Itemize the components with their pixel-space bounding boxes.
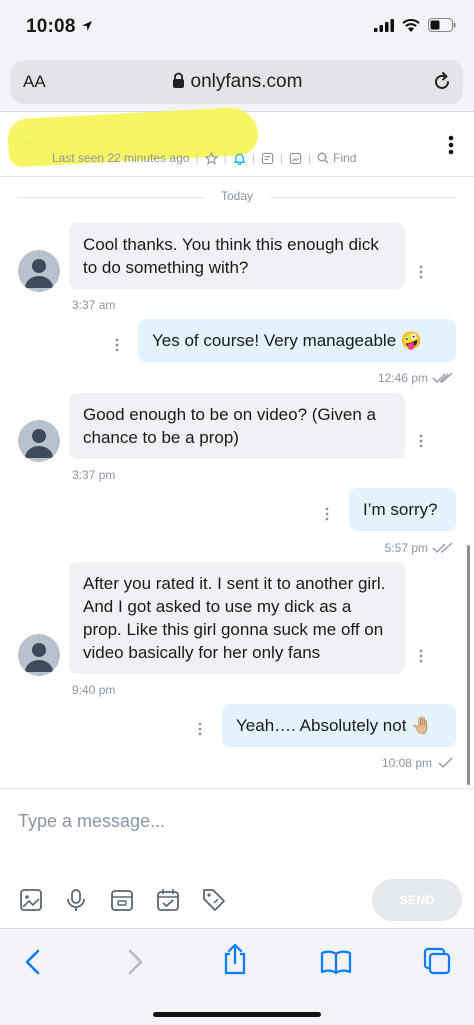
share-icon[interactable] [222, 943, 248, 975]
cellular-signal-icon [374, 18, 394, 32]
chat-subtitle: Last seen 22 minutes ago | | | | | Find [52, 151, 356, 165]
more-options-icon[interactable] [448, 135, 454, 155]
double-check-icon [432, 372, 453, 383]
divider-line [270, 197, 456, 198]
message-options-icon[interactable] [195, 721, 205, 737]
message-options-icon[interactable] [112, 337, 122, 353]
message-options-icon[interactable] [322, 506, 332, 522]
user-silhouette-icon [25, 643, 53, 672]
url-display[interactable]: onlyfans.com [11, 71, 463, 93]
divider: | [223, 151, 227, 165]
microphone-icon[interactable] [63, 887, 89, 913]
message-options-icon[interactable] [416, 648, 426, 664]
battery-icon [428, 18, 456, 32]
message-bubble-outgoing: Yes of course! Very manageable 🤪 [138, 319, 456, 362]
message-time: 12:46 pm [377, 371, 428, 385]
user-silhouette-icon [25, 259, 53, 288]
single-check-icon [438, 757, 453, 768]
message-time: 10:08 pm [381, 756, 432, 770]
message-bubble-incoming: Cool thanks. You think this enough dick … [69, 223, 405, 289]
date-label: Today [220, 189, 254, 203]
note-icon[interactable] [261, 152, 274, 165]
chat-header: Last seen 22 minutes ago | | | | | Find [0, 106, 474, 177]
vault-icon[interactable] [109, 887, 135, 913]
avatar[interactable] [18, 634, 60, 676]
browser-address-area: AA onlyfans.com [0, 56, 474, 112]
price-tag-icon[interactable] [201, 887, 227, 913]
message-composer: Type a message... SEND [0, 788, 474, 928]
search-icon [317, 152, 329, 164]
message-meta: 5:57 pm [385, 541, 454, 555]
message-text: I’m sorry? [363, 500, 438, 519]
divider: | [251, 151, 255, 165]
avatar[interactable] [18, 250, 60, 292]
message-time: 9:40 pm [72, 683, 116, 697]
message-input[interactable]: Type a message... [18, 811, 165, 832]
message-time: 5:57 pm [384, 541, 428, 555]
double-check-icon [432, 542, 453, 553]
image-gallery-icon[interactable] [289, 152, 302, 165]
url-text: onlyfans.com [190, 71, 303, 92]
reload-icon[interactable] [431, 71, 453, 93]
user-silhouette-icon [25, 429, 53, 458]
location-arrow-icon [82, 21, 92, 31]
message-time: 3:37 am [72, 298, 116, 312]
browser-forward-icon[interactable] [126, 949, 144, 975]
schedule-calendar-icon[interactable] [155, 887, 181, 913]
status-time: 10:08 [26, 16, 76, 37]
message-text: After you rated it. I sent it to another… [83, 574, 386, 662]
send-button[interactable]: SEND [372, 879, 462, 921]
message-text: Yes of course! Very manageable 🤪 [152, 331, 423, 350]
divider: | [279, 151, 283, 165]
bookmarks-icon[interactable] [320, 949, 352, 975]
message-text: Cool thanks. You think this enough dick … [83, 235, 379, 277]
divider: | [195, 151, 199, 165]
address-bar[interactable]: AA onlyfans.com [11, 60, 463, 104]
message-time: 3:37 pm [72, 468, 116, 482]
message-meta: 12:46 pm [378, 371, 454, 385]
find-label: Find [333, 151, 357, 165]
message-bubble-outgoing: I’m sorry? [349, 488, 456, 531]
find-button[interactable]: Find [317, 151, 356, 165]
message-text: Yeah…. Absolutely not 🤚🏼 [236, 716, 433, 735]
bell-icon[interactable] [233, 152, 246, 165]
browser-back-icon[interactable] [24, 949, 42, 975]
browser-toolbar [0, 928, 474, 1025]
star-icon[interactable] [204, 151, 218, 165]
image-upload-icon[interactable] [18, 887, 44, 913]
message-bubble-outgoing: Yeah…. Absolutely not 🤚🏼 [222, 704, 456, 747]
scrollbar[interactable] [467, 545, 470, 785]
message-options-icon[interactable] [416, 433, 426, 449]
last-seen-text: Last seen 22 minutes ago [52, 151, 190, 165]
wifi-icon [402, 18, 420, 32]
avatar[interactable] [18, 420, 60, 462]
message-bubble-incoming: After you rated it. I sent it to another… [69, 562, 405, 674]
home-indicator [153, 1012, 321, 1017]
message-bubble-incoming: Good enough to be on video? (Given a cha… [69, 393, 405, 459]
message-text: Good enough to be on video? (Given a cha… [83, 405, 376, 447]
message-options-icon[interactable] [416, 264, 426, 280]
lock-icon [172, 72, 184, 88]
tabs-icon[interactable] [423, 947, 451, 975]
status-bar: 10:08 [0, 0, 474, 56]
date-divider: Today [0, 187, 474, 207]
message-meta: 10:08 pm [382, 756, 454, 770]
divider: | [307, 151, 312, 165]
